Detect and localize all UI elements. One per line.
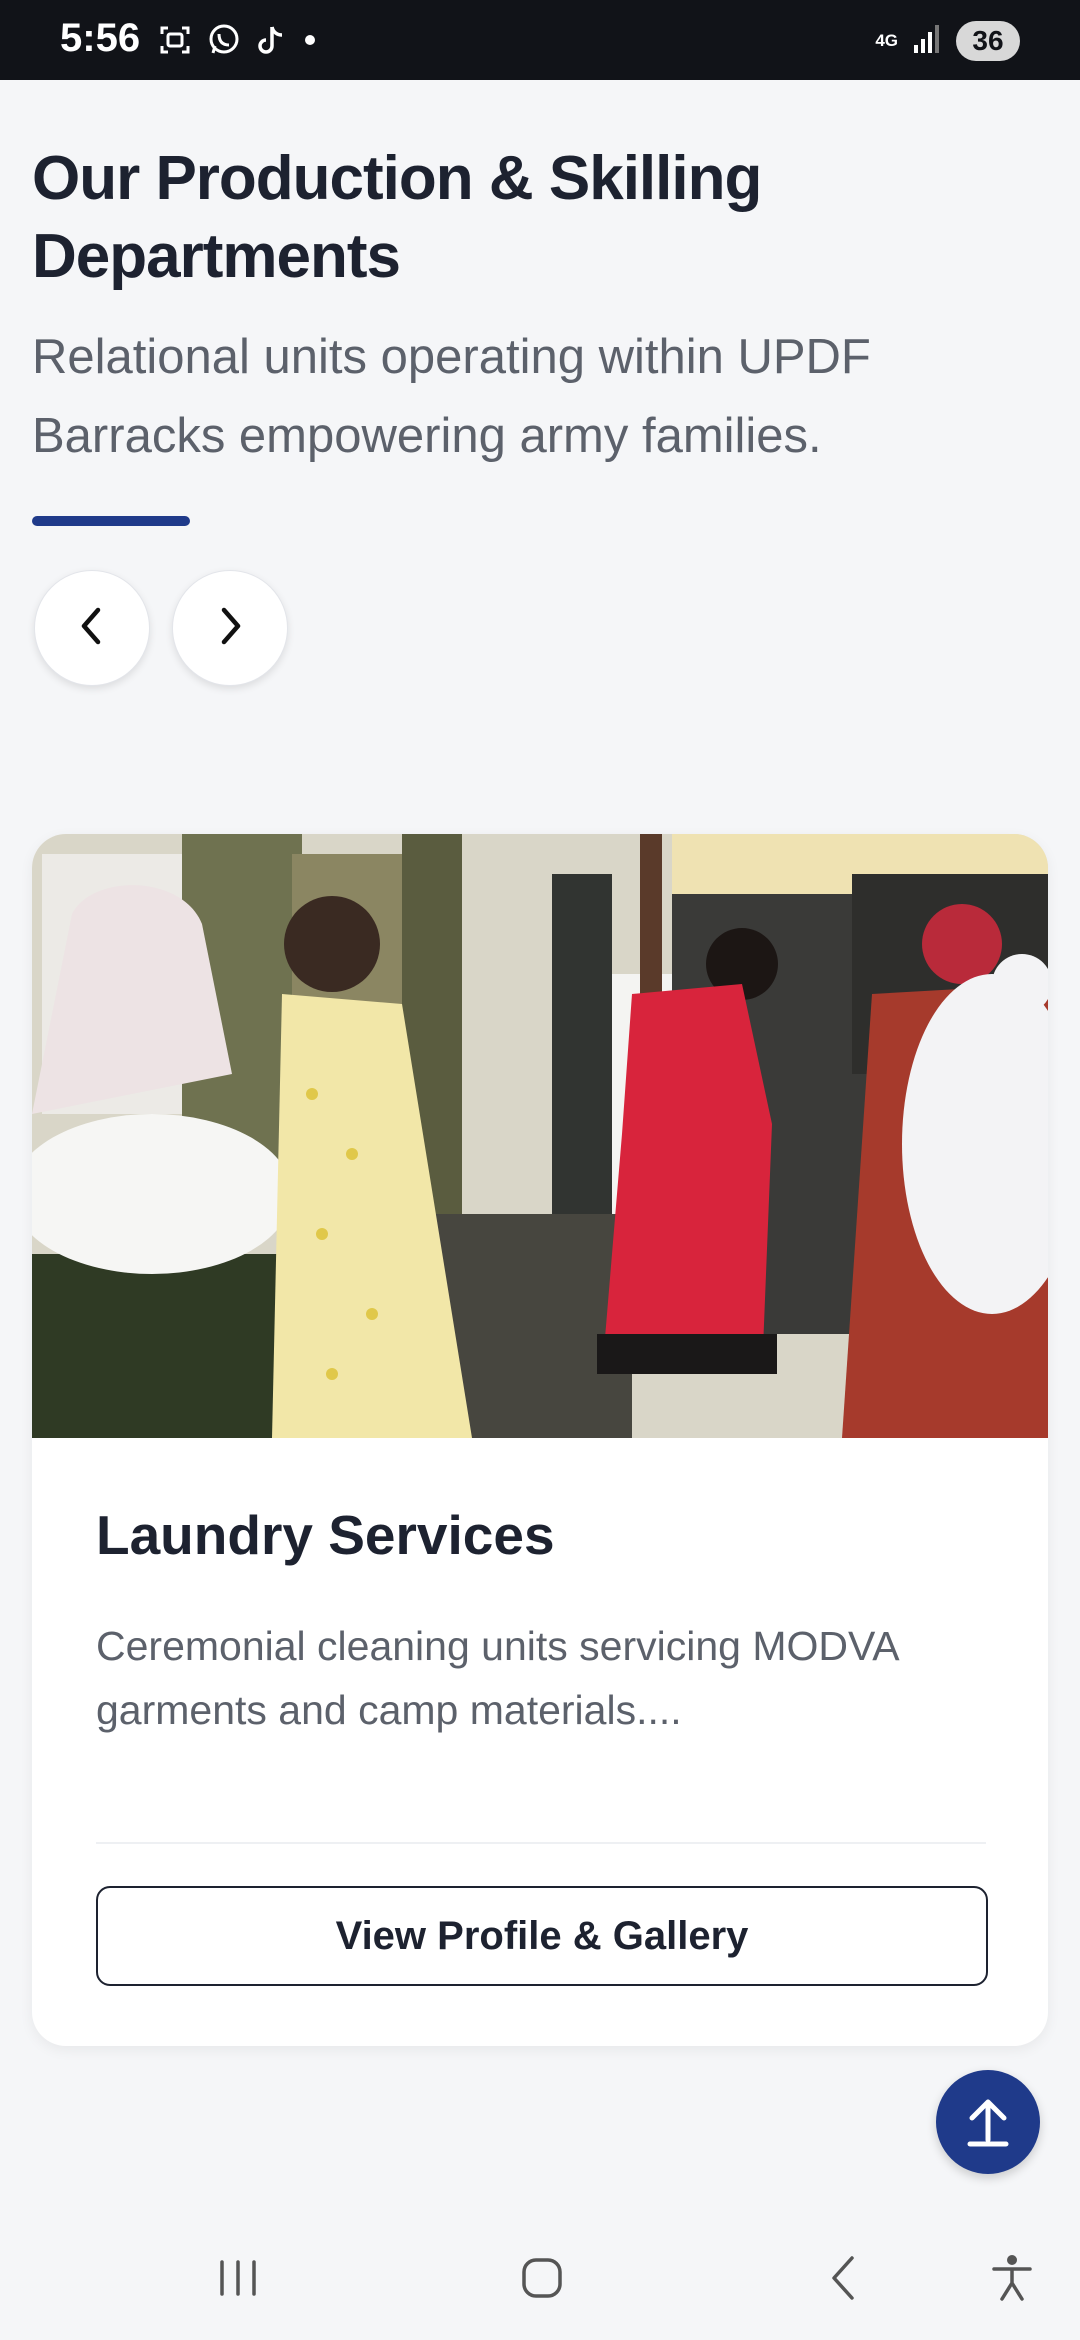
card-divider	[96, 1842, 986, 1844]
dot-icon	[300, 30, 320, 55]
status-time: 5:56	[60, 16, 141, 60]
back-icon	[824, 2254, 864, 2307]
scroll-to-top-button[interactable]	[936, 2070, 1040, 2174]
system-nav-bar	[0, 2220, 1080, 2340]
carousel-prev-button[interactable]	[34, 570, 150, 686]
status-bar: 5:56 4G 36	[0, 0, 1080, 80]
laundry-photo	[32, 834, 1048, 1438]
card-title: Laundry Services	[96, 1504, 555, 1566]
carousel-next-button[interactable]	[172, 570, 288, 686]
section-title: Our Production & Skilling Departments	[32, 144, 762, 291]
network-4g-icon: 4G	[875, 31, 898, 50]
accessibility-button[interactable]	[972, 2240, 1052, 2320]
chevron-left-icon	[72, 604, 112, 653]
tiktok-icon	[256, 23, 286, 62]
back-button[interactable]	[804, 2240, 884, 2320]
section-subtitle: Relational units operating within UPDF B…	[32, 330, 871, 463]
home-icon	[520, 2256, 564, 2305]
signal-icon	[912, 23, 942, 60]
arrow-up-icon	[962, 2092, 1014, 2153]
recent-apps-icon	[216, 2258, 260, 2303]
battery-icon: 36	[956, 21, 1020, 61]
department-card: Laundry Services Ceremonial cleaning uni…	[32, 834, 1048, 2046]
chevron-right-icon	[210, 604, 250, 653]
view-profile-button[interactable]: View Profile & Gallery	[96, 1886, 988, 1986]
home-button[interactable]	[502, 2240, 582, 2320]
card-description: Ceremonial cleaning units servicing MODV…	[96, 1623, 898, 1733]
system-status-icons: 4G 36	[875, 20, 1020, 62]
recent-apps-button[interactable]	[198, 2240, 278, 2320]
screenshot-icon	[158, 23, 192, 62]
accent-divider	[32, 516, 190, 526]
notification-icons	[158, 22, 320, 62]
accessibility-icon	[990, 2253, 1034, 2308]
whatsapp-icon	[206, 22, 242, 63]
